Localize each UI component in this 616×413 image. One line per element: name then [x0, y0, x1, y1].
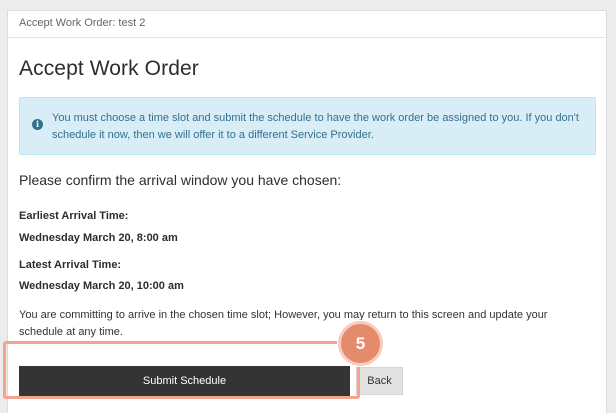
- step-number-badge: 5: [338, 321, 383, 366]
- alert-text: You must choose a time slot and submit t…: [52, 112, 579, 141]
- latest-arrival-value: Wednesday March 20, 10:00 am: [19, 280, 184, 292]
- earliest-arrival-value: Wednesday March 20, 8:00 am: [19, 232, 178, 244]
- annotation-highlight-box: [3, 341, 360, 399]
- earliest-arrival-label: Earliest Arrival Time:: [19, 210, 129, 222]
- back-button[interactable]: Back: [356, 367, 403, 395]
- info-icon: i: [32, 119, 43, 130]
- commit-text: You are committing to arrive in the chos…: [19, 309, 548, 338]
- modal-header: Accept Work Order: test 2: [8, 11, 606, 38]
- confirm-heading: Please confirm the arrival window you ha…: [19, 172, 342, 188]
- latest-arrival-label: Latest Arrival Time:: [19, 259, 122, 271]
- info-alert: i You must choose a time slot and submit…: [19, 97, 596, 155]
- page-title: Accept Work Order: [19, 57, 199, 80]
